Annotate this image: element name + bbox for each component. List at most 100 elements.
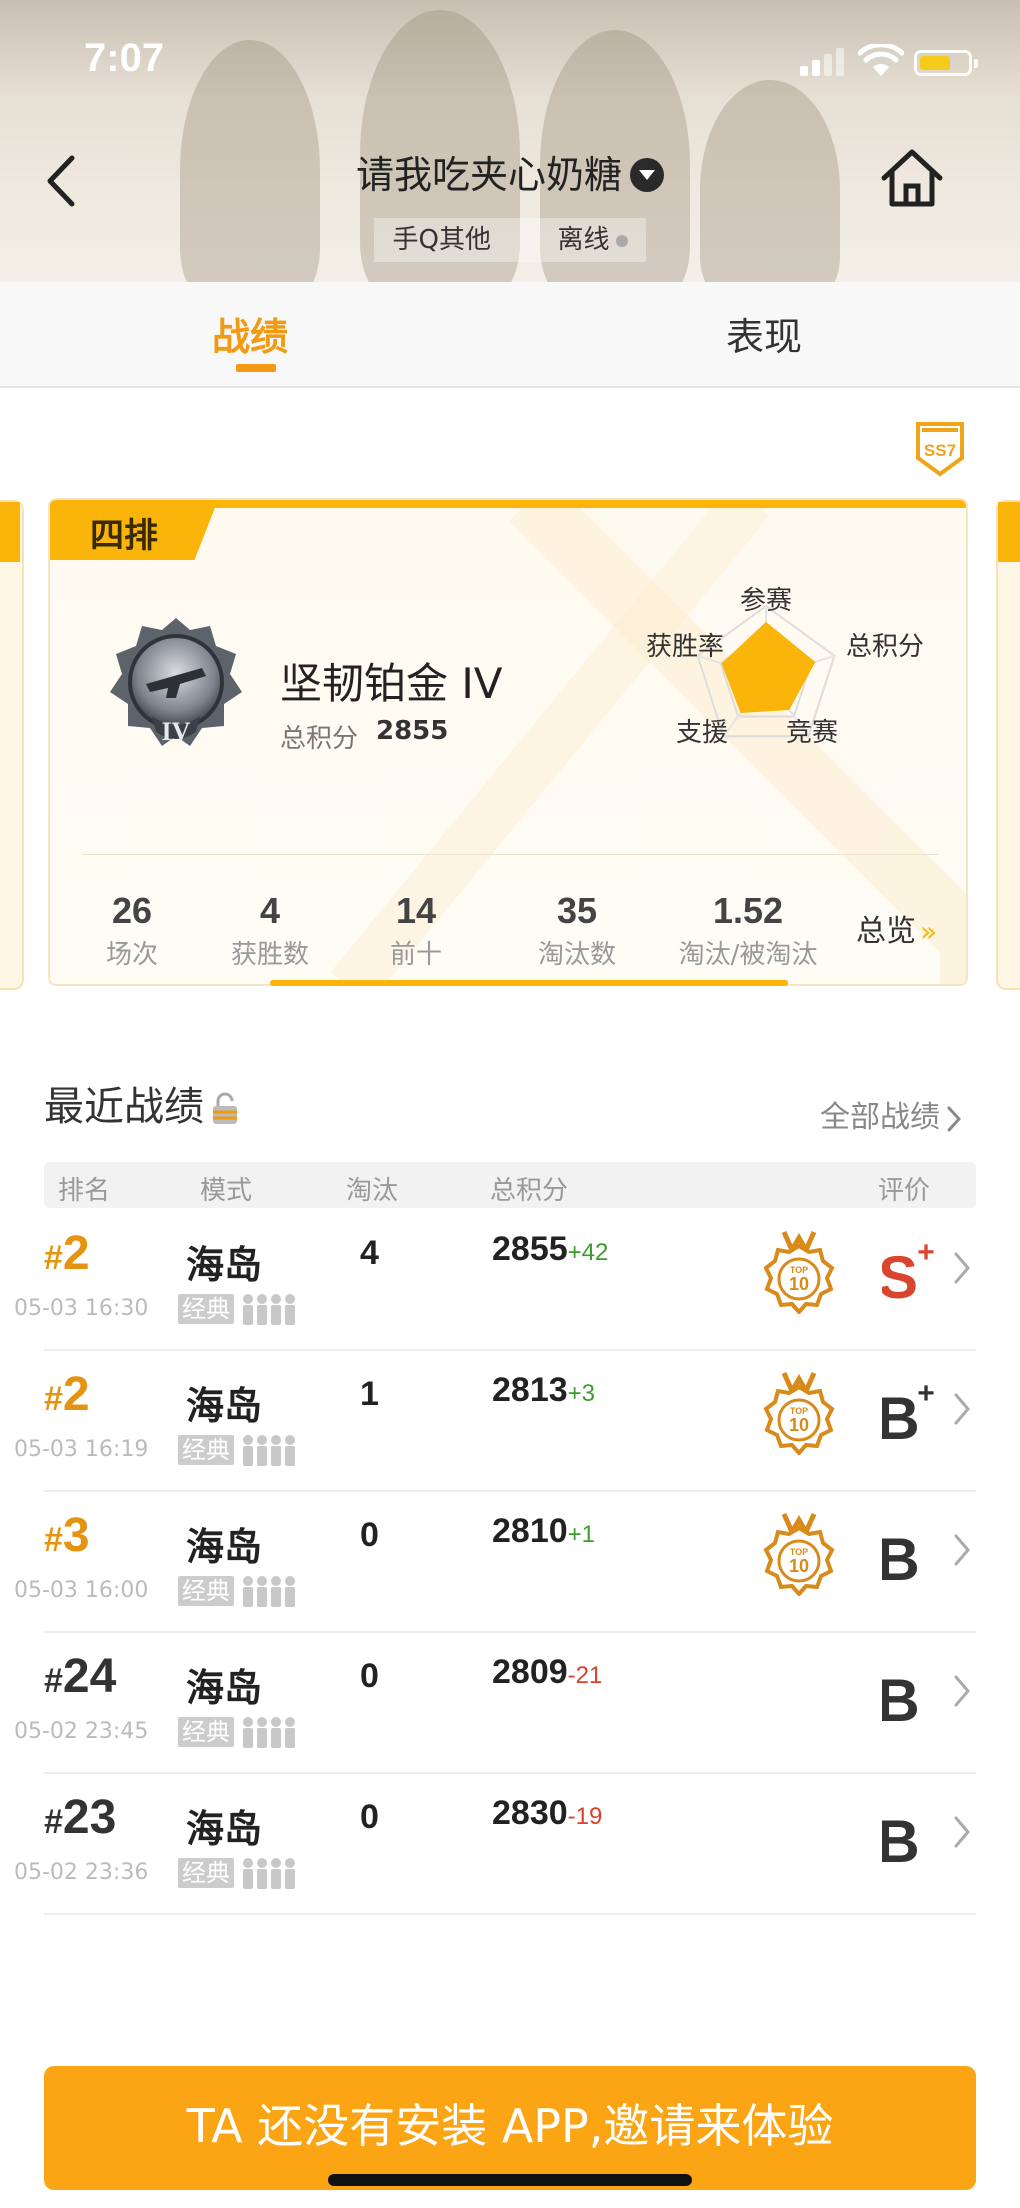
- record-mode-chip: 经典: [178, 1435, 234, 1465]
- stat-wins: 4 获胜数: [230, 890, 309, 970]
- squad-icon: [243, 1294, 295, 1325]
- chevron-right-icon[interactable]: [952, 1250, 972, 1286]
- next-mode-card[interactable]: [996, 500, 1020, 990]
- record-date: 05-03 16:19: [14, 1437, 149, 1462]
- record-row[interactable]: #3 05-03 16:00 海岛 经典 0 2810+1 TOP 10 B: [14, 1490, 976, 1633]
- chevron-right-icon[interactable]: [952, 1814, 972, 1850]
- record-rank: #2: [44, 1368, 90, 1421]
- record-map: 海岛: [186, 1807, 263, 1851]
- squad-icon: [243, 1435, 295, 1466]
- wifi-icon: [858, 44, 904, 76]
- stat-top10: 14 前十: [389, 890, 442, 970]
- grade-badge-icon: B: [882, 1667, 920, 1729]
- status-time: 7:07: [84, 36, 165, 80]
- card-pager-indicator: [270, 980, 788, 986]
- dropdown-caret-icon[interactable]: [630, 157, 664, 192]
- record-row[interactable]: #2 05-03 16:30 海岛 经典 4 2855+42 TOP 10 S …: [14, 1208, 976, 1351]
- record-mode-chip: 经典: [178, 1858, 234, 1888]
- player-title[interactable]: 请我吃夹心奶糖: [0, 144, 1020, 199]
- svg-text:+: +: [917, 1236, 935, 1269]
- record-score: 2809-21: [492, 1653, 603, 1691]
- grade-badge-icon: B: [882, 1526, 920, 1588]
- col-mode: 模式: [200, 1176, 253, 1206]
- tab-performance[interactable]: 表现: [726, 306, 802, 361]
- chevron-right-icon[interactable]: [952, 1391, 972, 1427]
- overview-label: 总览: [856, 914, 916, 949]
- svg-text:+: +: [917, 1377, 935, 1410]
- radar-chart: 参赛 总积分 竞赛 支援 获胜率: [590, 580, 950, 820]
- top10-medal-icon: TOP 10: [763, 1230, 835, 1314]
- total-score-value: 2855: [376, 716, 449, 746]
- col-kills: 淘汰: [346, 1176, 399, 1206]
- svg-text:B: B: [882, 1808, 920, 1870]
- squad-icon: [243, 1717, 295, 1748]
- record-score: 2855+42: [492, 1230, 609, 1268]
- record-rank: #23: [44, 1791, 117, 1844]
- svg-text:S: S: [882, 1244, 918, 1306]
- battery-icon: [914, 50, 978, 76]
- record-score-delta: +3: [567, 1380, 596, 1407]
- radar-label-participation: 参赛: [740, 586, 793, 616]
- chevron-right-icon[interactable]: [952, 1673, 972, 1709]
- record-kills: 1: [360, 1375, 379, 1413]
- record-row[interactable]: #24 05-02 23:45 海岛 经典 0 2809-21 B: [14, 1631, 976, 1774]
- col-score: 总积分: [490, 1176, 569, 1206]
- record-row[interactable]: #23 05-02 23:36 海岛 经典 0 2830-19 B: [14, 1772, 976, 1915]
- double-chevron-right-icon: »: [920, 915, 938, 948]
- card-divider: [82, 854, 938, 855]
- record-rank: #24: [44, 1650, 117, 1703]
- record-row[interactable]: #2 05-03 16:19 海岛 经典 1 2813+3 TOP 10 B +: [14, 1349, 976, 1492]
- season-badge-icon[interactable]: SS7: [912, 418, 968, 478]
- record-map: 海岛: [186, 1666, 263, 1710]
- record-map: 海岛: [186, 1243, 263, 1287]
- radar-label-win-rate: 获胜率: [646, 632, 725, 662]
- home-icon[interactable]: [876, 142, 948, 214]
- svg-text:10: 10: [789, 1415, 809, 1435]
- invite-cta-button[interactable]: TA 还没有安装 APP,邀请来体验: [44, 2066, 976, 2190]
- stat-kd: 1.52 淘汰/被淘汰: [678, 890, 818, 970]
- radar-value-area: [721, 621, 816, 713]
- all-records-link[interactable]: 全部战绩: [820, 1092, 964, 1136]
- record-map: 海岛: [186, 1384, 263, 1428]
- svg-text:IV: IV: [162, 717, 191, 746]
- record-date: 05-02 23:36: [14, 1860, 149, 1885]
- record-mode-chip: 经典: [178, 1576, 234, 1606]
- record-kills: 0: [360, 1516, 379, 1554]
- top10-medal-icon: TOP 10: [763, 1371, 835, 1455]
- tab-records[interactable]: 战绩: [212, 306, 288, 361]
- player-sub-info: 手Q其他 离线: [0, 218, 1020, 262]
- record-mode-chip: 经典: [178, 1717, 234, 1747]
- total-score-label: 总积分: [280, 724, 359, 754]
- grade-badge-icon: S +: [882, 1236, 935, 1306]
- mode-stats-card[interactable]: 四排 IV 坚韧铂金 IV 总积分 2855 参赛 总积分 竞赛 支援 获胜率 …: [48, 498, 968, 986]
- svg-text:B: B: [882, 1667, 920, 1729]
- svg-text:10: 10: [789, 1274, 809, 1294]
- chevron-right-icon[interactable]: [952, 1532, 972, 1568]
- grade-badge-icon: B +: [882, 1377, 935, 1447]
- records-table-header: 排名 模式 淘汰 总积分 评价: [44, 1162, 976, 1208]
- lock-icon[interactable]: [210, 1092, 240, 1126]
- chevron-right-icon: [947, 1106, 962, 1131]
- home-indicator: [328, 2174, 692, 2186]
- svg-text:B: B: [882, 1526, 920, 1588]
- recent-records-label: 最近战绩: [44, 1084, 204, 1130]
- tab-bar: 战绩 表现: [0, 282, 1020, 388]
- record-rank: #3: [44, 1509, 90, 1562]
- prev-mode-card[interactable]: [0, 500, 24, 990]
- status-dot-icon: [615, 234, 628, 247]
- col-rank: 排名: [58, 1176, 111, 1206]
- all-records-label: 全部战绩: [820, 1100, 940, 1135]
- squad-icon: [243, 1576, 295, 1607]
- stat-kills: 35 淘汰数: [537, 890, 616, 970]
- overview-link[interactable]: 总览»: [856, 906, 937, 950]
- record-score: 2810+1: [492, 1512, 596, 1550]
- mode-label: 四排: [90, 516, 158, 556]
- record-mode-chip: 经典: [178, 1294, 234, 1324]
- record-kills: 0: [360, 1657, 379, 1695]
- rank-emblem-icon: IV: [110, 618, 242, 746]
- stat-matches: 26 场次: [105, 890, 158, 970]
- record-rank: #2: [44, 1227, 90, 1280]
- rank-name: 坚韧铂金 IV: [280, 659, 503, 708]
- record-score-delta: +1: [567, 1521, 596, 1548]
- record-score-delta: +42: [567, 1239, 609, 1266]
